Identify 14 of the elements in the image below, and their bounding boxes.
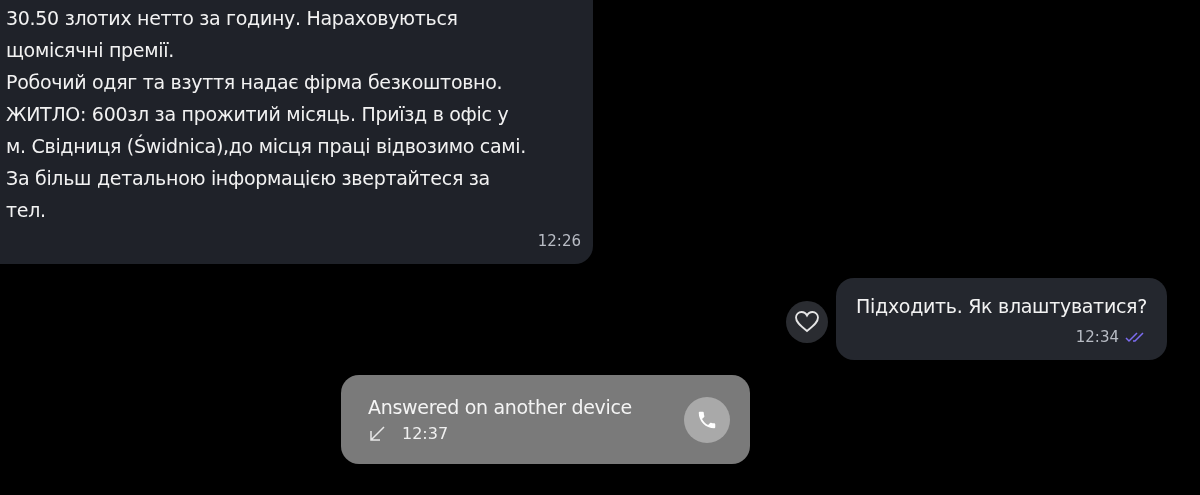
message-time: 12:34 (1075, 327, 1119, 348)
phone-icon[interactable] (684, 396, 730, 443)
call-status: Answered on another device (368, 394, 632, 420)
message-text: м. Свідниця (Świdnica),до місця праці відвозимо самі. (6, 133, 528, 159)
message-text: 30.50 злотих нетто за годину. Нараховуються (6, 6, 459, 31)
message-time: 12:26 (537, 231, 581, 252)
message-text: Підходить. Як влаштуватися? (856, 294, 1147, 319)
incoming-arrow-icon (368, 424, 386, 443)
message-text: щомісячні премії. (6, 38, 175, 63)
call-time: 12:37 (402, 422, 449, 445)
message-text: ЖИТЛО: 600зл за прожитий місяць. Приїзд в офіс у (6, 102, 510, 127)
message-text: тел. (6, 198, 47, 223)
message-text: За більш детальною інформацією звертайтеся за (6, 166, 491, 191)
message-text: Робочий одяг та взуття надає фірма безкоштовно. (6, 70, 504, 95)
